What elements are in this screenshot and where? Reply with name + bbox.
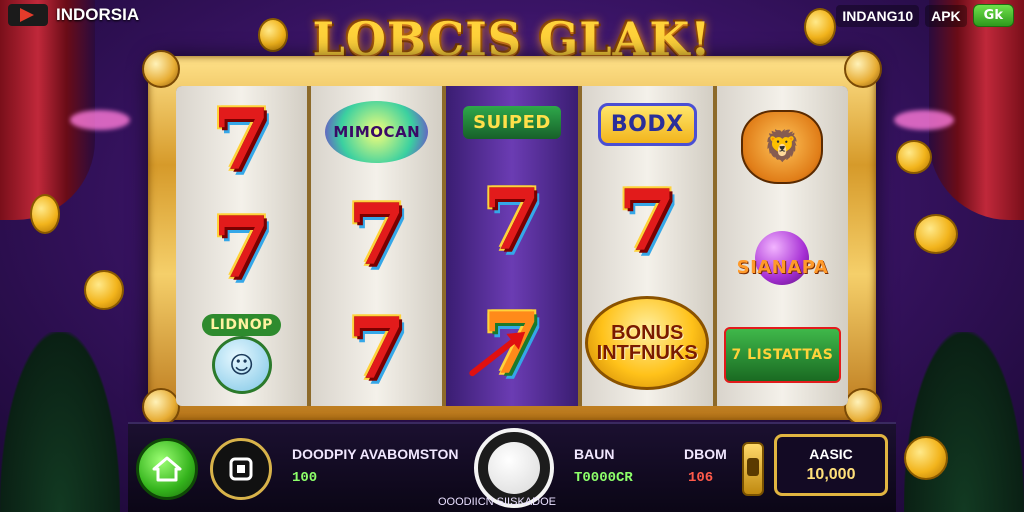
stage-light — [894, 110, 954, 130]
floating-coin — [896, 140, 932, 174]
bet-value[interactable]: T0000CR — [574, 470, 633, 486]
frame-corner-ornament — [142, 388, 180, 426]
spin-caption: OOODIICN SIISKADOE — [438, 496, 556, 508]
balance-value: 10,000 — [806, 466, 856, 483]
reel-symbol-seven: 7 — [482, 170, 542, 270]
reel-3: SUIPED 7 7 — [446, 86, 578, 406]
floating-coin — [84, 270, 124, 310]
bonus-badge[interactable]: BONUS INTFNUKS — [585, 295, 710, 390]
bet-label: BAUN — [574, 446, 615, 462]
menu-icon — [229, 457, 253, 481]
reel-symbol-seven: 7 — [617, 170, 677, 270]
frame-corner-ornament — [844, 50, 882, 88]
palm-decoration — [0, 332, 120, 512]
palm-decoration — [904, 332, 1024, 512]
reels-grid: 7 7 LIDNOP ☺ MIMOCAN 7 7 SUIPED 7 7 BODX… — [176, 86, 848, 406]
lion-mascot-icon: 🦁 — [741, 109, 824, 184]
symbol-label: LIDNOP — [202, 314, 281, 336]
mascot-face-icon: ☺ — [211, 336, 272, 394]
reel-2: MIMOCAN 7 7 — [311, 86, 443, 406]
reel-symbol-seven: 7 — [347, 185, 407, 284]
symbol-label: 7 LISTATTAS — [723, 326, 842, 383]
lever-icon[interactable] — [742, 442, 764, 496]
balance-panel: AASIC 10,000 — [774, 434, 888, 496]
menu-button[interactable] — [210, 438, 272, 500]
reel-symbol-mascot: LIDNOP ☺ — [194, 314, 290, 394]
floating-coin — [30, 194, 60, 234]
symbol-label: MIMOCAN — [325, 101, 429, 163]
dbom-label: DBOM — [684, 446, 727, 462]
reel-symbol-seven: 7 — [347, 299, 407, 398]
symbol-group: SIANAPA — [733, 230, 833, 285]
reel-5: 🦁 SIANAPA 7 LISTATTAS — [716, 86, 848, 406]
slot-machine-frame: 7 7 LIDNOP ☺ MIMOCAN 7 7 SUIPED 7 7 BODX… — [142, 50, 882, 426]
reel-1: 7 7 LIDNOP ☺ — [176, 86, 308, 406]
symbol-label: BODX — [597, 102, 697, 146]
spin-icon — [488, 442, 540, 494]
symbol-label: SUIPED — [463, 105, 561, 139]
reel-symbol-seven: 7 — [212, 198, 271, 297]
home-button[interactable] — [136, 438, 198, 500]
win-value: 100 — [292, 470, 318, 486]
frame-corner-ornament — [142, 50, 180, 88]
control-bar: DOODPIY AVABOMSTON 100 OOODIICN SIISKADO… — [128, 422, 896, 512]
win-label: DOODPIY AVABOMSTON — [292, 446, 459, 462]
dbom-value: 106 — [688, 470, 714, 486]
floating-coin — [914, 214, 958, 254]
stage-light — [70, 110, 130, 130]
symbol-label: SIANAPA — [736, 256, 829, 278]
frame-corner-ornament — [844, 388, 882, 426]
reel-symbol-seven: 7 — [212, 90, 271, 189]
floating-coin — [904, 436, 948, 480]
balance-label: AASIC — [809, 446, 853, 462]
home-icon — [152, 456, 182, 482]
reel-4: BODX 7 BONUS INTFNUKS — [581, 86, 713, 406]
